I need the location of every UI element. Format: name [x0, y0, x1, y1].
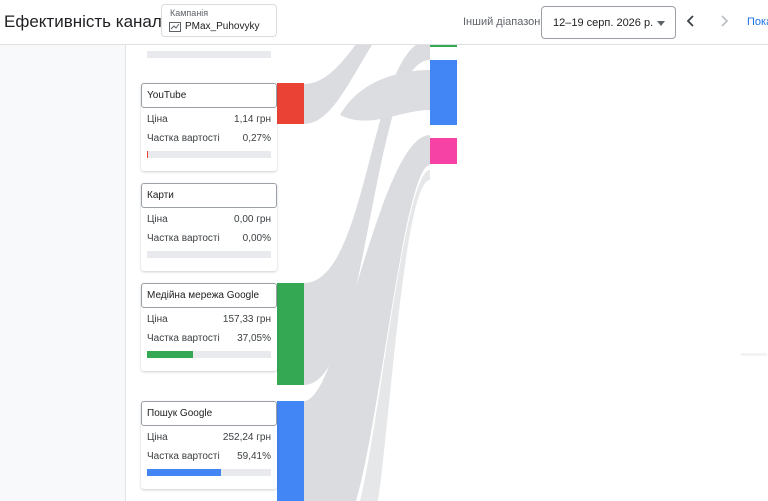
- chevron-down-icon: [657, 21, 665, 26]
- channel-card-maps[interactable]: Карти Ціна 0,00 грн Частка вартості 0,00…: [141, 183, 277, 271]
- channel-card-header: YouTube: [141, 83, 277, 108]
- date-range-dropdown[interactable]: 12–19 серп. 2026 р.: [541, 6, 676, 39]
- price-value: 157,33 грн: [222, 314, 271, 325]
- channel-block-search: [277, 401, 304, 501]
- channel-card-youtube[interactable]: YouTube Ціна 1,14 грн Частка вартості 0,…: [141, 83, 277, 171]
- share-bar-fill: [147, 351, 193, 358]
- flow-target-pink: [430, 138, 457, 164]
- price-label: Ціна: [147, 432, 168, 443]
- share-label: Частка вартості: [147, 333, 220, 344]
- share-bar-fill: [147, 151, 149, 158]
- share-bar: [147, 469, 271, 476]
- campaign-selector[interactable]: Кампанія PMax_Puhovyky: [161, 4, 277, 37]
- price-value: 1,14 грн: [234, 114, 271, 125]
- channel-block-youtube: [277, 83, 304, 124]
- price-label: Ціна: [147, 114, 168, 125]
- campaign-value: PMax_Puhovyky: [185, 21, 260, 32]
- other-range-label[interactable]: Інший діапазон: [463, 16, 540, 28]
- share-bar: [147, 351, 271, 358]
- show-button[interactable]: Пока: [747, 16, 768, 28]
- share-value: 0,27%: [242, 133, 271, 144]
- share-value: 59,41%: [237, 451, 271, 462]
- channel-card-search[interactable]: Пошук Google Ціна 252,24 грн Частка варт…: [141, 401, 277, 489]
- top-bar: Ефективність каналів Кампанія PMax_Puhov…: [0, 0, 768, 45]
- date-range-value: 12–19 серп. 2026 р.: [553, 17, 654, 29]
- campaign-chart-icon: [169, 22, 181, 32]
- share-label: Частка вартості: [147, 133, 220, 144]
- share-bar: [147, 251, 271, 258]
- price-value: 252,24 грн: [222, 432, 271, 443]
- share-value: 37,05%: [237, 333, 271, 344]
- share-bar: [147, 151, 271, 158]
- channel-card-display[interactable]: Медійна мережа Google Ціна 157,33 грн Ча…: [141, 283, 277, 371]
- campaign-label: Кампанія: [170, 8, 209, 18]
- price-label: Ціна: [147, 214, 168, 225]
- share-label: Частка вартості: [147, 451, 220, 462]
- page-title: Ефективність каналів: [4, 12, 175, 31]
- channel-card-header: Карти: [141, 183, 277, 208]
- share-label: Частка вартості: [147, 233, 220, 244]
- flow-target-blue: [430, 60, 457, 125]
- channel-name: Карти: [147, 190, 174, 201]
- divider: [741, 353, 767, 356]
- left-panel: [0, 45, 126, 501]
- share-bar-fill: [147, 469, 221, 476]
- channel-name: Пошук Google: [147, 408, 213, 419]
- price-label: Ціна: [147, 314, 168, 325]
- channel-name: Медійна мережа Google: [147, 290, 260, 301]
- channel-block-display: [277, 283, 304, 385]
- chevron-left-icon[interactable]: [683, 12, 699, 30]
- price-value: 0,00 грн: [234, 214, 271, 225]
- channel-card-header: Пошук Google: [141, 401, 277, 426]
- channel-card-header: Медійна мережа Google: [141, 283, 277, 308]
- channel-name: YouTube: [147, 90, 187, 101]
- share-bar-partial: [147, 51, 271, 58]
- chevron-right-icon[interactable]: [716, 12, 732, 30]
- share-value: 0,00%: [242, 233, 271, 244]
- flow-upper: [340, 70, 430, 121]
